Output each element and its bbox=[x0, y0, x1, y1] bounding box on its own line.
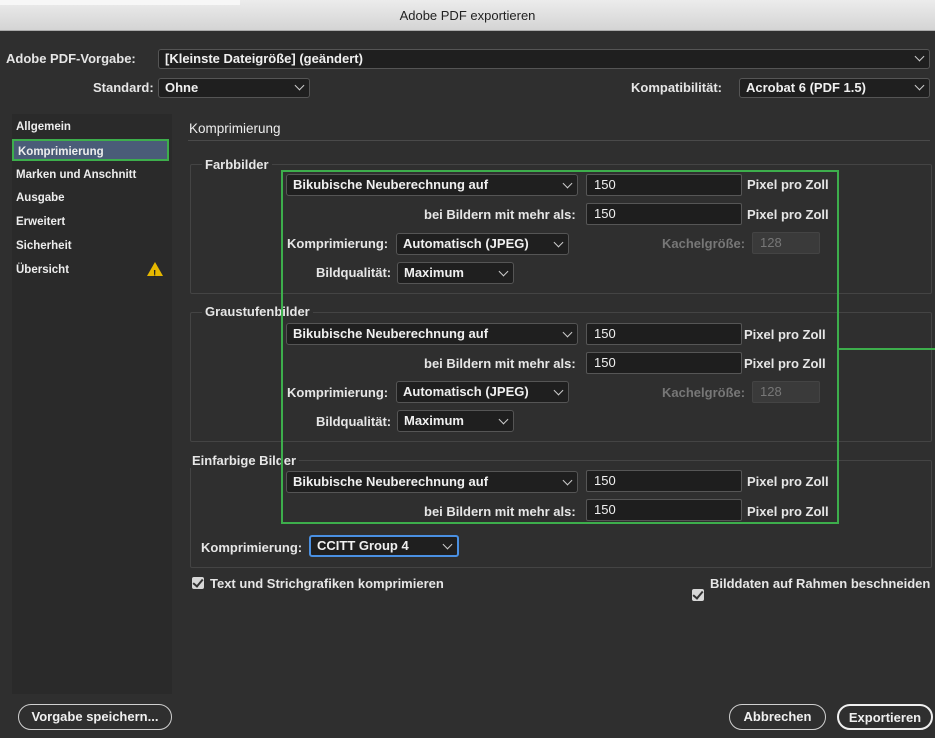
color-tile-label: Kachelgröße: bbox=[662, 236, 746, 251]
compat-select[interactable]: Acrobat 6 (PDF 1.5) bbox=[739, 78, 930, 98]
gray-quality-label: Bildqualität: bbox=[316, 414, 392, 429]
color-compression-select[interactable]: Automatisch (JPEG) bbox=[396, 233, 569, 255]
chevron-down-icon bbox=[498, 266, 509, 277]
chevron-down-icon bbox=[562, 475, 573, 486]
sidebar-item-label: Allgemein bbox=[16, 121, 71, 133]
window-title: Adobe PDF exportieren bbox=[399, 7, 536, 23]
sidebar-item-label: Ausgabe bbox=[16, 192, 65, 204]
mono-above-ppi-input[interactable]: 150 bbox=[586, 499, 742, 521]
mono-compression-select[interactable]: CCITT Group 4 bbox=[309, 535, 459, 557]
save-preset-button[interactable]: Vorgabe speichern... bbox=[18, 704, 172, 730]
preset-select[interactable]: [Kleinste Dateigröße] (geändert) bbox=[158, 49, 930, 69]
chevron-down-icon bbox=[914, 80, 925, 91]
gray-above-label: bei Bildern mit mehr als: bbox=[424, 356, 576, 371]
chevron-down-icon bbox=[553, 385, 564, 396]
color-compression-value: Automatisch (JPEG) bbox=[403, 236, 529, 251]
chevron-down-icon bbox=[442, 539, 453, 550]
sidebar-item-label: Komprimierung bbox=[18, 146, 104, 158]
chevron-down-icon bbox=[294, 80, 305, 91]
compat-label: Kompatibilität: bbox=[631, 80, 722, 95]
color-resample-value: Bikubische Neuberechnung auf bbox=[293, 177, 489, 192]
cancel-button[interactable]: Abbrechen bbox=[729, 704, 826, 730]
color-above-unit: Pixel pro Zoll bbox=[747, 207, 829, 222]
gray-resample-value: Bikubische Neuberechnung auf bbox=[293, 326, 489, 341]
gray-compression-select[interactable]: Automatisch (JPEG) bbox=[396, 381, 569, 403]
color-compression-label: Komprimierung: bbox=[287, 236, 389, 251]
color-tile-input[interactable]: 128 bbox=[752, 232, 820, 254]
warning-icon: ! bbox=[147, 262, 163, 280]
color-above-ppi-input[interactable]: 150 bbox=[586, 203, 742, 225]
color-resample-ppi-input[interactable]: 150 bbox=[586, 174, 742, 196]
color-images-title: Farbbilder bbox=[202, 157, 272, 172]
chevron-down-icon bbox=[914, 51, 925, 62]
gray-resample-ppi-input[interactable]: 150 bbox=[586, 323, 742, 345]
compress-text-checkbox[interactable] bbox=[192, 577, 204, 589]
gray-above-ppi-input[interactable]: 150 bbox=[586, 352, 742, 374]
gray-above-unit: Pixel pro Zoll bbox=[744, 356, 826, 371]
crop-image-label: Bilddaten auf Rahmen beschneiden bbox=[710, 576, 931, 591]
color-quality-select[interactable]: Maximum bbox=[397, 262, 514, 284]
sidebar-item-label: Erweitert bbox=[16, 216, 66, 228]
section-title: Komprimierung bbox=[189, 121, 281, 136]
crop-image-checkbox[interactable] bbox=[692, 589, 704, 601]
sidebar-item-ausgabe[interactable]: Ausgabe bbox=[12, 187, 169, 209]
compress-text-label: Text und Strichgrafiken komprimieren bbox=[210, 576, 444, 591]
chevron-down-icon bbox=[498, 414, 509, 425]
mono-resample-ppi-input[interactable]: 150 bbox=[586, 470, 742, 492]
color-above-label: bei Bildern mit mehr als: bbox=[424, 207, 576, 222]
mono-compression-label: Komprimierung: bbox=[201, 540, 303, 555]
sidebar-item-label: Marken und Anschnitt bbox=[16, 169, 137, 181]
sidebar-item-erweitert[interactable]: Erweitert bbox=[12, 211, 169, 233]
color-resample-unit: Pixel pro Zoll bbox=[747, 177, 829, 192]
preset-label: Adobe PDF-Vorgabe: bbox=[6, 51, 136, 66]
gray-quality-value: Maximum bbox=[404, 413, 464, 428]
gray-resample-select[interactable]: Bikubische Neuberechnung auf bbox=[286, 323, 578, 345]
section-divider bbox=[188, 140, 930, 141]
chevron-down-icon bbox=[553, 237, 564, 248]
mono-resample-select[interactable]: Bikubische Neuberechnung auf bbox=[286, 471, 578, 493]
highlight-connector bbox=[839, 348, 935, 350]
mono-above-label: bei Bildern mit mehr als: bbox=[424, 504, 576, 519]
gray-compression-value: Automatisch (JPEG) bbox=[403, 384, 529, 399]
title-bar-strip bbox=[0, 0, 240, 5]
gray-tile-input[interactable]: 128 bbox=[752, 381, 820, 403]
standard-value: Ohne bbox=[165, 80, 199, 95]
sidebar-item-uebersicht[interactable]: Übersicht ! bbox=[12, 259, 169, 281]
sidebar-item-label: Sicherheit bbox=[16, 240, 72, 252]
color-quality-label: Bildqualität: bbox=[316, 265, 392, 280]
standard-label: Standard: bbox=[93, 80, 154, 95]
chevron-down-icon bbox=[562, 178, 573, 189]
mono-resample-value: Bikubische Neuberechnung auf bbox=[293, 474, 489, 489]
gray-resample-unit: Pixel pro Zoll bbox=[744, 327, 826, 342]
sidebar-item-label: Übersicht bbox=[16, 264, 70, 276]
gray-tile-label: Kachelgröße: bbox=[662, 385, 746, 400]
mono-resample-unit: Pixel pro Zoll bbox=[747, 474, 829, 489]
chevron-down-icon bbox=[562, 327, 573, 338]
sidebar-item-allgemein[interactable]: Allgemein bbox=[12, 116, 169, 138]
sidebar-item-sicherheit[interactable]: Sicherheit bbox=[12, 235, 169, 257]
color-resample-select[interactable]: Bikubische Neuberechnung auf bbox=[286, 174, 578, 196]
window-title-bar: Adobe PDF exportieren bbox=[0, 0, 935, 31]
gray-quality-select[interactable]: Maximum bbox=[397, 410, 514, 432]
standard-select[interactable]: Ohne bbox=[158, 78, 310, 98]
sidebar-item-komprimierung[interactable]: Komprimierung bbox=[12, 139, 169, 161]
mono-above-unit: Pixel pro Zoll bbox=[747, 504, 829, 519]
color-quality-value: Maximum bbox=[404, 265, 464, 280]
preset-value: [Kleinste Dateigröße] (geändert) bbox=[165, 51, 363, 66]
export-button[interactable]: Exportieren bbox=[837, 704, 933, 730]
mono-compression-value: CCITT Group 4 bbox=[317, 538, 409, 553]
sidebar: Allgemein Komprimierung Marken und Ansch… bbox=[12, 114, 172, 694]
sidebar-item-marken-und-anschnitt[interactable]: Marken und Anschnitt bbox=[12, 164, 169, 186]
gray-compression-label: Komprimierung: bbox=[287, 385, 389, 400]
compat-value: Acrobat 6 (PDF 1.5) bbox=[746, 80, 866, 95]
